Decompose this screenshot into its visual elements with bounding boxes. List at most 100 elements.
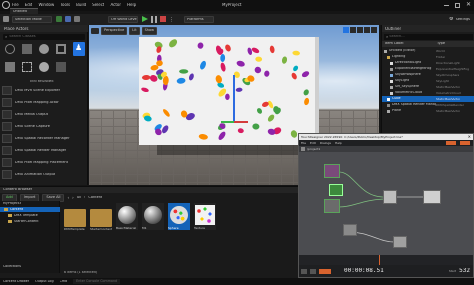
td-node-output[interactable]	[393, 236, 407, 248]
world-dropdown[interactable]: Off World Level	[108, 16, 138, 23]
column-type-header[interactable]: Type	[437, 42, 445, 46]
actor-item[interactable]: DMX Animation Output	[2, 169, 86, 180]
menu-build[interactable]: Build	[76, 3, 86, 7]
tree-item-content[interactable]: Content	[0, 207, 60, 212]
td-menu-edit[interactable]: Edit	[310, 142, 316, 145]
actor-item[interactable]: DMX Pixel Mapping Placement	[2, 157, 86, 168]
category-all-icon[interactable]	[56, 62, 66, 72]
close-icon[interactable]: ✕	[468, 135, 471, 139]
show-button[interactable]: Show	[141, 27, 158, 35]
category-lights-icon[interactable]	[39, 44, 49, 54]
lit-button[interactable]: Lit	[129, 27, 140, 35]
more-play-icon[interactable]: ⋮	[169, 17, 174, 23]
actor-item[interactable]: DMX MVR Scene Exporter	[2, 85, 86, 96]
actor-item[interactable]: DMX Pixel Mapping Actor	[2, 97, 86, 108]
asset-tile[interactable]: DMXTemplate	[64, 203, 86, 231]
cmd-dropdown[interactable]: Cmd	[60, 280, 68, 283]
back-icon[interactable]: ‹	[67, 196, 69, 200]
td-real-time-icon[interactable]	[319, 268, 331, 274]
add-actor-icon[interactable]	[56, 16, 62, 22]
menu-tools[interactable]: Tools	[60, 3, 70, 7]
asset-tile[interactable]: StarterContent	[90, 203, 112, 231]
search-classes-field[interactable]: ⌕ Search Classes	[3, 34, 85, 40]
td-menu-dialogs[interactable]: Dialogs	[320, 142, 331, 145]
gizmo-z-axis[interactable]	[233, 75, 235, 123]
perspective-button[interactable]: Perspective	[101, 27, 128, 35]
maximize-icon[interactable]	[454, 2, 460, 8]
path-current[interactable]: Content	[88, 196, 102, 200]
menu-select[interactable]: Select	[92, 3, 104, 7]
save-icon[interactable]	[3, 16, 9, 22]
mode-dropdown[interactable]: Selection Mode	[12, 16, 52, 23]
camera-speed-icon[interactable]	[371, 27, 377, 33]
menu-file[interactable]: File	[12, 3, 19, 7]
asset-tile-selected[interactable]: Sphere	[168, 203, 190, 230]
blueprint-icon[interactable]	[65, 16, 71, 22]
td-play-icon[interactable]	[310, 268, 316, 274]
category-dmx-icon[interactable]: ♟	[73, 42, 85, 56]
place-actors-tab[interactable]: Place Actors	[0, 25, 88, 32]
td-path[interactable]: /project1	[307, 148, 320, 151]
td-node-selected[interactable]	[329, 184, 343, 196]
td-toolbar-accent-2[interactable]	[460, 141, 470, 145]
minimize-icon[interactable]	[443, 4, 449, 6]
forward-icon[interactable]: ›	[72, 196, 74, 200]
td-node-top[interactable]	[324, 164, 340, 178]
category-shapes-icon[interactable]	[39, 62, 49, 72]
menu-help[interactable]: Help	[127, 3, 136, 7]
stop-icon[interactable]	[160, 16, 166, 22]
platforms-dropdown[interactable]: Platforms	[184, 16, 214, 23]
scale-icon[interactable]	[357, 27, 363, 33]
column-label-header[interactable]: Item Label	[385, 42, 437, 46]
home-icon[interactable]	[301, 147, 305, 151]
td-timeline-playhead[interactable]	[379, 255, 380, 265]
category-basic-icon[interactable]	[22, 44, 32, 54]
gizmo-x-axis[interactable]	[234, 121, 248, 123]
console-input[interactable]: Enter Console Command	[73, 278, 121, 285]
td-toolbar-accent[interactable]	[446, 141, 456, 145]
content-drawer-button[interactable]: Content Drawer	[3, 280, 29, 283]
viewport-menu-icon[interactable]	[91, 27, 99, 34]
settings-button[interactable]: ⚙ Settings	[449, 17, 470, 22]
menu-edit[interactable]: Edit	[25, 3, 33, 7]
asset-tile[interactable]: BasicMaterial	[116, 203, 138, 230]
td-node-render[interactable]	[423, 190, 441, 204]
actor-item[interactable]: DMX Spatial Render Manager	[2, 145, 86, 156]
asset-tile[interactable]: M1	[142, 203, 164, 230]
translate-icon[interactable]	[343, 27, 349, 33]
close-icon[interactable]: ✕	[466, 2, 471, 8]
td-network-editor[interactable]	[299, 152, 473, 255]
tree-item[interactable]: StarterContent	[0, 219, 60, 224]
asset-tile[interactable]: Texture	[194, 203, 216, 230]
transform-gizmo[interactable]	[221, 75, 248, 155]
category-visual-icon[interactable]	[5, 62, 15, 72]
td-menu-help[interactable]: Help	[335, 142, 342, 145]
grid-snap-icon[interactable]	[364, 27, 370, 33]
outliner-tab[interactable]: Outliner	[382, 25, 474, 32]
actor-item[interactable]: DMX Spatial Recorder Manager	[2, 133, 86, 144]
actor-item[interactable]: DMX Scene Capture	[2, 121, 86, 132]
cinematics-icon[interactable]	[74, 16, 80, 22]
actor-item[interactable]: DMX Media Output	[2, 109, 86, 120]
collections-label[interactable]: Collections	[3, 265, 21, 268]
content-browser-tab[interactable]: Content Browser	[0, 187, 298, 193]
category-volumes-icon[interactable]	[22, 62, 32, 72]
outliner-search[interactable]: ⌕ Search...	[384, 34, 473, 40]
td-menu-file[interactable]: File	[301, 142, 306, 145]
td-node-bottom[interactable]	[343, 224, 357, 236]
td-node-top-2[interactable]	[324, 199, 340, 213]
td-node-geo[interactable]	[383, 190, 397, 204]
output-log-button[interactable]: Output Log	[35, 280, 53, 283]
gizmo-y-axis[interactable]	[221, 121, 234, 123]
outliner-row[interactable]: Plane StaticMeshActor	[382, 108, 474, 114]
td-start-icon[interactable]	[301, 268, 307, 274]
tree-item[interactable]: DMX Template	[0, 213, 60, 218]
menu-window[interactable]: Window	[38, 3, 54, 7]
td-timeline[interactable]	[299, 255, 473, 265]
menu-actor[interactable]: Actor	[110, 3, 121, 7]
category-cinematic-icon[interactable]	[56, 44, 66, 54]
category-recent-icon[interactable]	[5, 44, 15, 54]
rotate-icon[interactable]	[350, 27, 356, 33]
play-icon[interactable]	[142, 16, 148, 22]
pause-icon[interactable]	[151, 16, 157, 23]
